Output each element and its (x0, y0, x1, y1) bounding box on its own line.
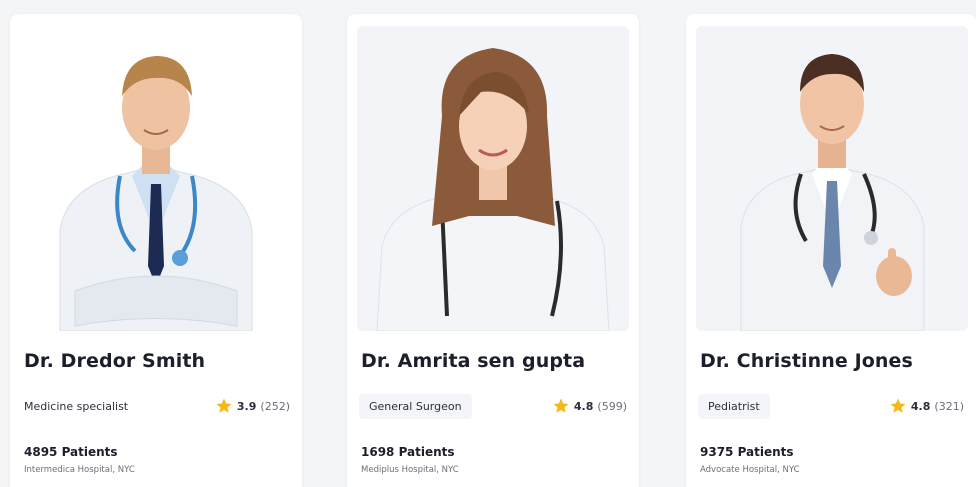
rating: 4.8 (599) (552, 397, 627, 415)
doctor-photo-illustration (59, 56, 253, 331)
rating-count: (252) (260, 399, 290, 413)
doctor-name[interactable]: Dr. Dredor Smith (24, 350, 205, 372)
specialty-badge: General Surgeon (359, 394, 472, 419)
hospital-name: Intermedica Hospital, NYC (24, 465, 135, 475)
rating: 3.9 (252) (215, 397, 290, 415)
doctor-name[interactable]: Dr. Amrita sen gupta (361, 350, 585, 372)
rating-score: 3.9 (236, 399, 257, 413)
doctor-cards-page: Dr. Dredor Smith Medicine specialist 3.9… (0, 0, 976, 487)
doctor-card[interactable]: Dr. Dredor Smith Medicine specialist 3.9… (10, 14, 302, 487)
doctor-photo (357, 26, 629, 331)
rating-count: (321) (934, 399, 964, 413)
patients-count: 9375 Patients (700, 445, 794, 459)
doctor-photo (20, 26, 292, 331)
hospital-name: Advocate Hospital, NYC (700, 465, 800, 475)
doctor-photo-illustration (740, 54, 925, 331)
rating-score: 4.8 (573, 399, 594, 413)
specialty-badge: Medicine specialist (24, 400, 129, 413)
patients-count: 1698 Patients (361, 445, 455, 459)
rating-score: 4.8 (910, 399, 931, 413)
star-icon (890, 398, 906, 413)
patients-count: 4895 Patients (24, 445, 118, 459)
rating: 4.8 (321) (889, 397, 964, 415)
rating-count: (599) (597, 399, 627, 413)
doctor-photo-illustration (376, 48, 610, 331)
star-icon (216, 398, 232, 413)
specialty-badge: Pediatrist (698, 394, 770, 419)
star-icon (553, 398, 569, 413)
doctor-card[interactable]: Dr. Amrita sen gupta General Surgeon 4.8… (347, 14, 639, 487)
doctor-name[interactable]: Dr. Christinne Jones (700, 350, 913, 372)
doctor-photo (696, 26, 968, 331)
doctor-card[interactable]: Dr. Christinne Jones Pediatrist 4.8 (321… (686, 14, 976, 487)
hospital-name: Mediplus Hospital, NYC (361, 465, 459, 475)
